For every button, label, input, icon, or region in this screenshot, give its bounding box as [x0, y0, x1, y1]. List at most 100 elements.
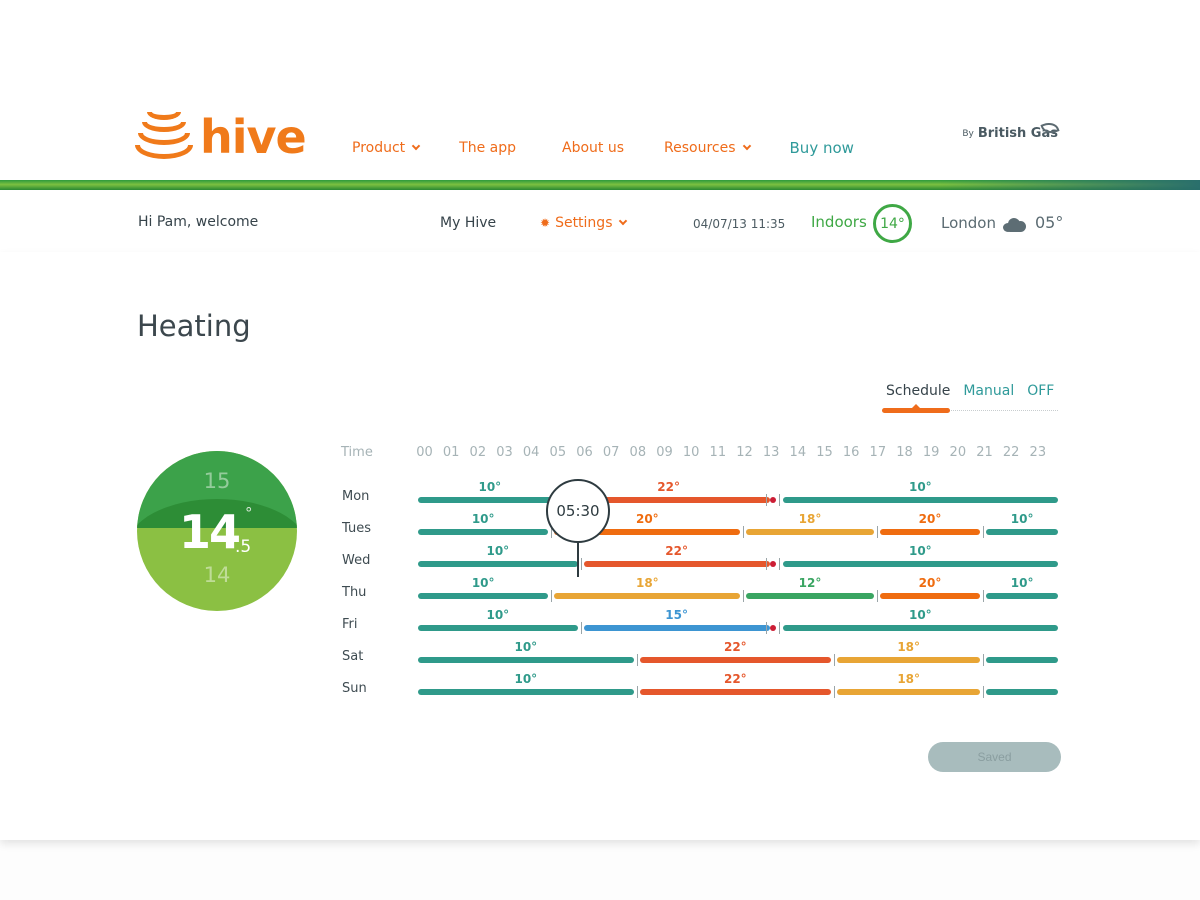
- schedule-segment[interactable]: [418, 657, 634, 663]
- segment-divider[interactable]: [580, 558, 582, 570]
- hive-logo[interactable]: hive: [135, 112, 307, 162]
- hour-tick-label: 15: [816, 445, 833, 460]
- segment-divider[interactable]: [636, 654, 638, 666]
- segment-temp-label: 10°: [1010, 576, 1034, 590]
- nav-about-us[interactable]: About us: [562, 140, 624, 156]
- schedule-segment[interactable]: [986, 689, 1058, 695]
- schedule-segment[interactable]: [986, 657, 1058, 663]
- dial-next-down[interactable]: 14: [137, 563, 297, 587]
- schedule-segment[interactable]: [583, 625, 770, 631]
- settings-label: Settings: [555, 215, 613, 231]
- schedule-segment[interactable]: [418, 593, 549, 599]
- time-drag-handle[interactable]: 05:30: [546, 479, 610, 543]
- dial-decimal: .5: [235, 537, 252, 557]
- schedule-segment[interactable]: [418, 497, 562, 503]
- british-gas-logo[interactable]: By British Gas: [962, 119, 1060, 141]
- segment-divider[interactable]: [636, 686, 638, 698]
- schedule-segment[interactable]: [418, 561, 578, 567]
- segment-divider[interactable]: [765, 622, 767, 634]
- hour-tick-label: 09: [656, 445, 673, 460]
- schedule-segment[interactable]: [879, 593, 981, 599]
- segment-divider[interactable]: [834, 654, 835, 666]
- heating-panel: Heating Schedule Manual OFF 15 14 ° .5 1…: [0, 252, 1200, 840]
- segment-divider[interactable]: [765, 558, 767, 570]
- hour-tick-label: 13: [762, 445, 780, 460]
- hour-tick-label: 18: [896, 445, 913, 460]
- segment-divider[interactable]: [765, 494, 767, 506]
- dial-current-temp: 14: [179, 505, 241, 559]
- temperature-dial[interactable]: 15 14 ° .5 14: [137, 451, 297, 611]
- schedule-segment[interactable]: [583, 561, 770, 567]
- user-bar: Hi Pam, welcome My Hive ✹ Settings 04/07…: [0, 190, 1200, 252]
- segment-divider[interactable]: [983, 654, 985, 666]
- nav-the-app-label: The app: [459, 140, 516, 156]
- nav-buy-now-label: Buy now: [789, 139, 854, 157]
- settings-menu[interactable]: ✹ Settings: [540, 215, 628, 231]
- hour-tick-label: 17: [869, 445, 887, 460]
- schedule-segment[interactable]: [418, 625, 578, 631]
- segment-divider[interactable]: [778, 558, 780, 570]
- schedule-segment[interactable]: [782, 561, 1058, 567]
- schedule-segment[interactable]: [639, 657, 831, 663]
- segment-divider[interactable]: [983, 590, 985, 602]
- segment-temp-label: 10°: [908, 608, 932, 622]
- segment-divider[interactable]: [551, 590, 553, 602]
- segment-temp-label: 18°: [897, 640, 921, 654]
- schedule-segment[interactable]: [746, 529, 874, 535]
- indoors-label: Indoors: [811, 213, 867, 231]
- segment-divider[interactable]: [983, 526, 985, 538]
- segment-temp-label: 18°: [798, 512, 822, 526]
- segment-divider[interactable]: [983, 686, 985, 698]
- saved-button[interactable]: Saved: [928, 742, 1061, 772]
- schedule-segment[interactable]: [418, 689, 634, 695]
- schedule-segment[interactable]: [837, 689, 981, 695]
- tab-manual[interactable]: Manual: [963, 383, 1014, 399]
- schedule-segment[interactable]: [986, 529, 1058, 535]
- segment-temp-label: 10°: [486, 608, 510, 622]
- hour-tick-label: 23: [1029, 445, 1047, 460]
- hour-tick-label: 10: [682, 445, 700, 460]
- schedule-segment[interactable]: [782, 625, 1058, 631]
- schedule-segment[interactable]: [554, 593, 741, 599]
- segment-divider[interactable]: [778, 494, 780, 506]
- hour-tick-label: 07: [602, 445, 620, 460]
- segment-divider[interactable]: [876, 590, 878, 602]
- schedule-segment[interactable]: [746, 593, 874, 599]
- chevron-down-icon: [742, 141, 751, 151]
- dial-next-up[interactable]: 15: [137, 469, 297, 493]
- schedule-segment[interactable]: [837, 657, 981, 663]
- segment-divider[interactable]: [834, 686, 835, 698]
- hour-tick-label: 04: [522, 445, 540, 460]
- header-divider: [0, 180, 1200, 190]
- schedule-segment[interactable]: [639, 689, 831, 695]
- segment-divider[interactable]: [580, 622, 582, 634]
- segment-divider[interactable]: [743, 590, 745, 602]
- segment-temp-label: 22°: [723, 672, 747, 686]
- segment-divider[interactable]: [876, 526, 878, 538]
- tab-off[interactable]: OFF: [1027, 383, 1054, 399]
- segment-temp-label: 20°: [918, 512, 942, 526]
- nav-resources[interactable]: Resources: [664, 140, 751, 156]
- dial-degree: °: [245, 504, 253, 522]
- schedule-segment[interactable]: [782, 497, 1058, 503]
- segment-temp-label: 10°: [908, 544, 932, 558]
- hour-tick-label: 20: [949, 445, 967, 460]
- hour-tick-label: 19: [922, 445, 940, 460]
- time-axis-label: Time: [341, 445, 373, 460]
- nav-buy-now[interactable]: Buy now: [790, 139, 854, 157]
- schedule-segment[interactable]: [418, 529, 549, 535]
- tab-schedule[interactable]: Schedule: [886, 383, 950, 399]
- nav-about-us-label: About us: [562, 140, 625, 156]
- nav-product[interactable]: Product: [352, 140, 421, 156]
- cloud-icon: [1003, 218, 1027, 232]
- day-label: Sat: [342, 649, 364, 664]
- welcome-text: Hi Pam, welcome: [138, 214, 259, 230]
- segment-divider[interactable]: [743, 526, 745, 538]
- nav-the-app[interactable]: The app: [459, 140, 516, 156]
- weather-city: London: [941, 214, 996, 232]
- time-drag-stem[interactable]: [577, 541, 579, 577]
- schedule-segment[interactable]: [986, 593, 1058, 599]
- my-hive-link[interactable]: My Hive: [440, 215, 496, 231]
- schedule-segment[interactable]: [879, 529, 981, 535]
- segment-divider[interactable]: [778, 622, 780, 634]
